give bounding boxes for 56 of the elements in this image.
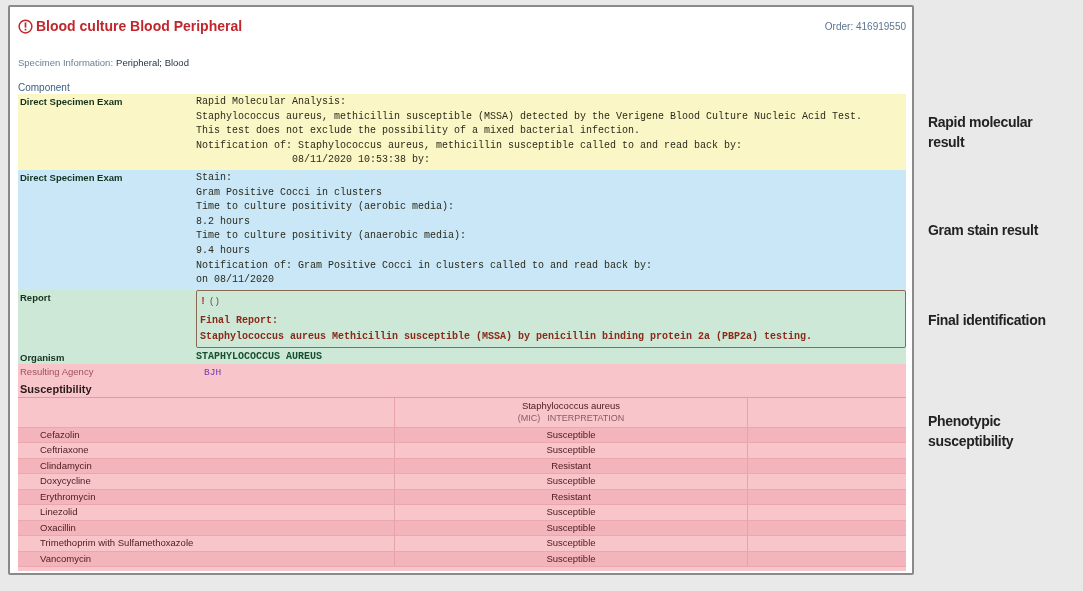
interpretation-value: Resistant: [551, 459, 591, 471]
agency-label: Resulting Agency: [19, 364, 95, 377]
result-line: Notification of: Staphylococcus aureus, methicillin susceptible called to and read back by:: [196, 139, 743, 151]
result-line: Notification of: Gram Positive Cocci in clusters called to and read back by:: [196, 259, 653, 271]
annotation-label: Phenotypic susceptibility: [928, 411, 1015, 451]
drug-name: Vancomycin: [40, 552, 92, 564]
report-title: Blood culture Blood Peripheral: [36, 18, 243, 34]
result-line: Rapid Molecular Analysis:: [196, 96, 347, 107]
drug-name: Cefazolin: [40, 428, 80, 440]
interpretation-value: Susceptible: [546, 506, 596, 518]
result-line: 9.4 hours: [196, 244, 250, 256]
alert-icon: [18, 18, 33, 34]
report-heading: Final Report:: [200, 314, 278, 326]
interpretation-value: Susceptible: [546, 521, 596, 533]
component-label: Direct Specimen Exam: [19, 95, 124, 107]
result-line: Time to culture positivity (anaerobic media):: [196, 230, 467, 242]
section-title: Susceptibility: [19, 381, 93, 397]
result-line: Staphylococcus aureus, methicillin susceptible (MSSA) detected by the Verigene Blood Culture Nucleic Acid Test.: [196, 110, 863, 122]
component-label: Direct Specimen Exam: [19, 170, 124, 183]
drug-name: Oxacillin: [40, 521, 76, 533]
interpretation-value: Resistant: [551, 490, 591, 502]
interpretation-value: Susceptible: [546, 444, 596, 456]
drug-name: Linezolid: [40, 506, 78, 518]
result-line: This test does not exclude the possibility of a mixed bacterial infection.: [196, 125, 641, 137]
specimen-value: Peripheral; Blood: [116, 56, 189, 68]
interpretation-value: Susceptible: [546, 537, 596, 549]
drug-name: Clindamycin: [40, 459, 92, 471]
component-label: Organism: [19, 350, 66, 363]
specimen-label: Specimen Information:: [18, 56, 114, 68]
organism-value: STAPHYLOCOCCUS AUREUS: [196, 349, 324, 364]
column-heading: Component: [18, 82, 70, 93]
organism-heading: Staphylococcus aureus: [521, 399, 621, 412]
result-line: 8.2 hours: [196, 215, 250, 227]
result-line: 08/11/2020 10:53:38 by:: [291, 154, 431, 166]
drug-name: Ceftriaxone: [40, 444, 89, 456]
interpretation-value: Susceptible: [546, 428, 596, 440]
mic-heading: (MIC): [517, 411, 541, 424]
result-line: Time to culture positivity (aerobic media):: [196, 201, 455, 213]
result-line: Gram Positive Cocci in clusters: [196, 186, 383, 198]
interpretation-heading: INTERPRETATION: [547, 411, 625, 424]
drug-name: Trimethoprim with Sulfamethoxazole: [40, 537, 194, 549]
result-line: Stain:: [196, 171, 232, 183]
report-text: Staphylococcus aureus Methicillin susceptible (MSSA) by penicillin binding protein 2a (PBP2a) testing.: [200, 330, 813, 342]
drug-name: Doxycycline: [40, 475, 91, 487]
agency-value: BJH: [203, 365, 223, 380]
annotation-label: Rapid molecular result: [928, 113, 1034, 152]
order-number: Order: 416919550: [824, 20, 906, 32]
annotation-label: Gram stain result: [928, 220, 1040, 240]
annotation-label: Final identification: [928, 310, 1047, 330]
flag-note: (): [209, 295, 220, 309]
flag-mark: !: [200, 294, 206, 309]
component-label: Report: [19, 290, 52, 303]
drug-name: Erythromycin: [40, 490, 96, 502]
interpretation-value: Susceptible: [546, 552, 596, 564]
interpretation-value: Susceptible: [546, 475, 596, 487]
result-line: on 08/11/2020: [196, 274, 274, 286]
